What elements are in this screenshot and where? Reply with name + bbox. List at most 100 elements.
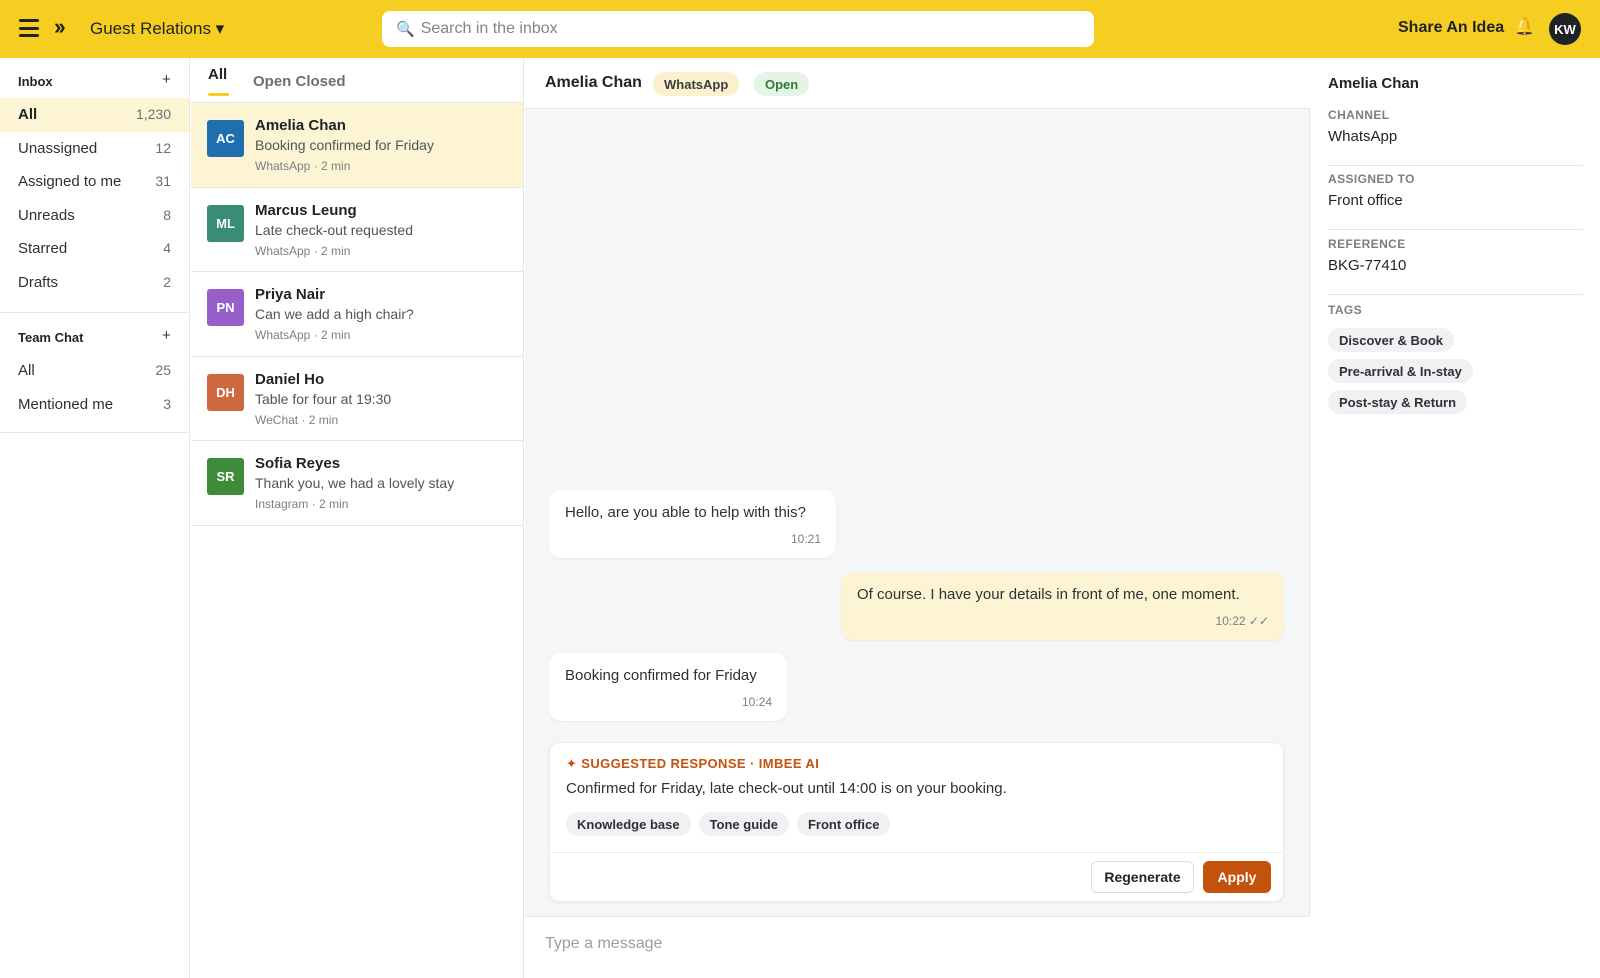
apply-button[interactable]: Apply [1203, 861, 1271, 893]
sidebar-item-starred[interactable]: Starred 4 [0, 232, 189, 266]
conversation-item[interactable]: ML Marcus Leung Late check-out requested Wh… [191, 188, 523, 272]
regenerate-button[interactable]: Regenerate [1091, 861, 1194, 893]
sidebar-item-label: Unreads [18, 206, 75, 224]
reference-field: REFERENCE BKG-77410 [1328, 237, 1583, 295]
conversation-item[interactable]: PN Priya Nair Can we add a high chair? What… [191, 272, 523, 357]
chat-header: Amelia Chan WhatsApp Open [525, 58, 1310, 109]
message-time: 10:22 ✓✓ [1215, 614, 1269, 628]
sidebar-item-count: 8 [163, 206, 171, 223]
channel-field: CHANNEL WhatsApp [1328, 108, 1583, 166]
sidebar-divider [0, 312, 189, 313]
share-idea-link[interactable]: Share An Idea [1398, 19, 1504, 37]
tag-chip[interactable]: Pre-arrival & In-stay [1328, 359, 1473, 383]
field-label: CHANNEL [1328, 108, 1390, 122]
contact-avatar: AC [207, 120, 244, 157]
sidebar-item-unreads[interactable]: Unreads 8 [0, 199, 189, 233]
sidebar-item-count: 1,230 [135, 106, 171, 122]
team-chat-section-header: Team Chat + [0, 314, 189, 354]
suggestion-sources: Knowledge base Tone guide Front office [566, 812, 891, 836]
contact-avatar: ML [207, 204, 244, 242]
sidebar-item-label: Unassigned [18, 139, 98, 157]
sidebar-item-count: 2 [163, 273, 171, 290]
add-team-chat-icon[interactable]: + [162, 327, 171, 344]
sidebar-item-count: 25 [155, 362, 171, 378]
tab-open-closed[interactable]: Open Closed [253, 73, 346, 90]
sidebar-item-count: 3 [163, 395, 171, 412]
field-label: ASSIGNED TO [1328, 172, 1415, 186]
conversation-preview: Thank you, we had a lovely stay [255, 475, 455, 491]
sidebar-item-mentioned-me[interactable]: Mentioned me 3 [0, 388, 189, 422]
sidebar-item-label: Drafts [18, 273, 59, 291]
conversation-item[interactable]: DH Daniel Ho Table for four at 19:30 WeChat… [191, 357, 523, 441]
incoming-message: Hello, are you able to help with this? 1… [549, 490, 836, 558]
search-box[interactable]: 🔍 [382, 11, 1094, 47]
conversation-meta: Instagram · 2 min [255, 497, 349, 511]
tag-chip[interactable]: Post-stay & Return [1328, 390, 1468, 414]
field-value: Front office [1328, 192, 1403, 209]
conversation-tabs: All Open Closed [191, 58, 523, 103]
sidebar-item-label: Mentioned me [18, 395, 114, 413]
contact-details-panel: Amelia Chan CHANNEL WhatsApp ASSIGNED TO… [1311, 58, 1600, 978]
sidebar-divider [0, 432, 189, 433]
field-label: REFERENCE [1328, 237, 1406, 251]
expand-sidebar-icon[interactable]: ›› [54, 14, 66, 40]
chat-panel: Amelia Chan WhatsApp Open Hello, are you… [525, 58, 1310, 978]
source-chip[interactable]: Knowledge base [566, 812, 691, 836]
team-chat-section-title: Team Chat [18, 330, 84, 345]
inbox-section-header: Inbox + [0, 58, 189, 98]
contact-avatar: PN [207, 289, 244, 326]
contact-avatar: SR [207, 458, 244, 495]
field-value: BKG-77410 [1328, 257, 1407, 274]
incoming-message: Booking confirmed for Friday 10:24 [549, 653, 787, 721]
conversation-name: Priya Nair [255, 286, 326, 303]
message-text: Hello, are you able to help with this? [565, 504, 806, 521]
message-input[interactable] [545, 935, 1285, 953]
sidebar-item-assigned-to-me[interactable]: Assigned to me 31 [0, 165, 189, 199]
chat-contact-name: Amelia Chan [545, 74, 642, 91]
conversation-meta: WhatsApp · 2 min [255, 243, 351, 258]
suggestion-header: ✦ SUGGESTED RESPONSE · IMBEE AI [566, 756, 820, 771]
assigned-to-field[interactable]: ASSIGNED TO Front office [1328, 172, 1583, 230]
conversation-preview: Late check-out requested [255, 221, 413, 238]
source-chip[interactable]: Front office [796, 812, 891, 836]
user-avatar[interactable]: KW [1549, 13, 1581, 45]
inbox-section-title: Inbox [18, 74, 53, 89]
active-tab-indicator [208, 93, 229, 96]
sidebar-item-label: All [18, 106, 38, 123]
sidebar-item-drafts[interactable]: Drafts 2 [0, 266, 189, 300]
sidebar-item-count: 4 [163, 240, 171, 256]
sidebar-item-label: All [18, 362, 35, 379]
suggestion-divider [550, 852, 1283, 853]
search-icon: 🔍 [396, 21, 415, 38]
source-chip[interactable]: Tone guide [698, 812, 789, 836]
sidebar-item-label: Assigned to me [18, 173, 122, 190]
conversation-meta: WeChat · 2 min [255, 412, 339, 427]
tab-all[interactable]: All [208, 66, 227, 83]
status-badge[interactable]: Open [754, 72, 810, 96]
ai-suggestion-card: ✦ SUGGESTED RESPONSE · IMBEE AI Confirme… [549, 742, 1284, 902]
sidebar-item-unassigned[interactable]: Unassigned 12 [0, 132, 189, 166]
suggestion-text: Confirmed for Friday, late check-out unt… [566, 780, 1007, 797]
conversation-preview: Can we add a high chair? [255, 306, 414, 322]
conversation-item[interactable]: AC Amelia Chan Booking confirmed for Frida… [191, 103, 523, 188]
details-contact-name: Amelia Chan [1328, 75, 1419, 92]
workspace-switcher[interactable]: Guest Relations ▾ [90, 19, 224, 39]
tag-chip[interactable]: Discover & Book [1328, 328, 1455, 352]
conversation-name: Amelia Chan [255, 117, 346, 134]
message-composer [525, 916, 1310, 978]
tags-label: TAGS [1328, 303, 1363, 317]
hamburger-menu-icon[interactable] [18, 17, 40, 39]
channel-badge: WhatsApp [653, 72, 740, 96]
add-inbox-view-icon[interactable]: + [162, 71, 171, 88]
sidebar-item-all[interactable]: All 1,230 [0, 98, 189, 132]
conversation-item[interactable]: SR Sofia Reyes Thank you, we had a lovely … [191, 441, 523, 526]
field-value: WhatsApp [1328, 128, 1398, 145]
notification-bell-icon[interactable]: 🔔 [1514, 17, 1535, 37]
search-input[interactable] [420, 20, 1081, 38]
conversation-name: Daniel Ho [255, 370, 325, 388]
conversation-meta: WhatsApp · 2 min [255, 159, 351, 173]
top-bar: ›› Guest Relations ▾ 🔍 Share An Idea 🔔 K… [0, 0, 1600, 58]
conversation-name: Marcus Leung [255, 201, 357, 219]
message-time: 10:21 [790, 532, 821, 546]
sidebar-item-team-all[interactable]: All 25 [0, 354, 189, 388]
